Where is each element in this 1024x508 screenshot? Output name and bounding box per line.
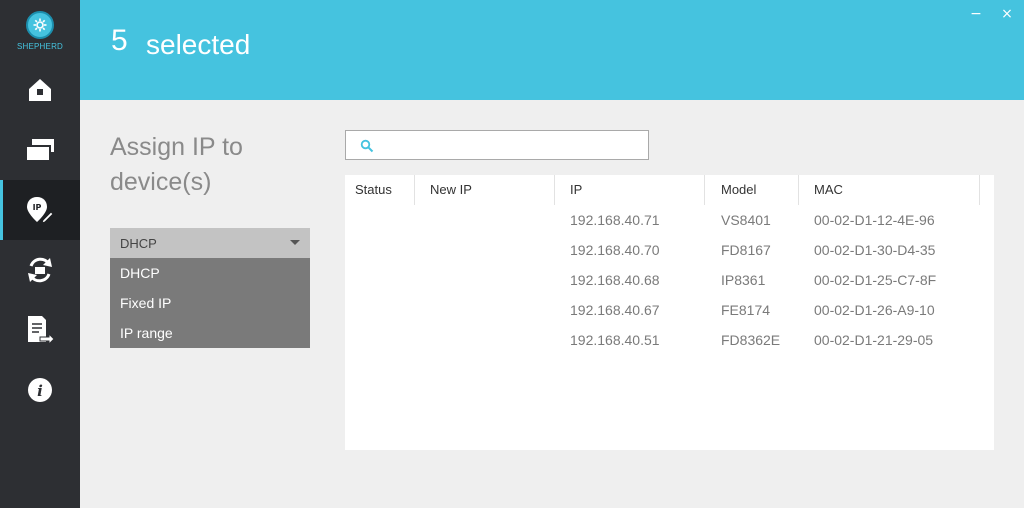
column-header-ip[interactable]: IP <box>570 175 582 205</box>
table-row[interactable]: 192.168.40.67 FE8174 00-02-D1-26-A9-10 <box>345 295 994 325</box>
selected-label: selected <box>146 29 251 60</box>
cell-ip: 192.168.40.67 <box>570 302 660 318</box>
search-icon <box>360 139 374 153</box>
cell-model: IP8361 <box>721 272 766 288</box>
panel-title: Assign IP to device(s) <box>110 133 243 196</box>
column-divider[interactable] <box>798 175 799 205</box>
dropdown-menu: DHCP Fixed IP IP range <box>110 258 310 348</box>
table-row[interactable]: 192.168.40.71 VS8401 00-02-D1-12-4E-96 <box>345 205 994 235</box>
sidebar-item-info[interactable]: i <box>0 360 80 420</box>
cell-mac: 00-02-D1-26-A9-10 <box>814 302 935 318</box>
menu-item-fixed-ip[interactable]: Fixed IP <box>110 288 310 318</box>
sidebar: SHEPHERD IP i <box>0 0 80 508</box>
sidebar-item-home[interactable] <box>0 60 80 120</box>
table-row[interactable]: 192.168.40.51 FD8362E 00-02-D1-21-29-05 <box>345 325 994 355</box>
sidebar-item-refresh[interactable] <box>0 240 80 300</box>
info-icon: i <box>28 378 52 402</box>
column-header-mac[interactable]: MAC <box>814 175 843 205</box>
svg-text:IP: IP <box>33 203 42 212</box>
assign-ip-icon: IP <box>27 197 54 224</box>
close-button[interactable]: × <box>999 6 1015 22</box>
sidebar-item-devices[interactable] <box>0 120 80 180</box>
column-divider[interactable] <box>554 175 555 205</box>
cell-model: FD8362E <box>721 332 781 348</box>
shepherd-logo-icon <box>26 11 54 39</box>
devices-icon <box>25 139 54 162</box>
cell-ip: 192.168.40.68 <box>570 272 660 288</box>
header: 5 selected − × <box>80 0 1024 100</box>
menu-item-ip-range[interactable]: IP range <box>110 318 310 348</box>
ip-mode-dropdown[interactable]: DHCP <box>110 228 310 258</box>
sidebar-item-assign-ip[interactable]: IP <box>0 180 80 240</box>
cell-ip: 192.168.40.51 <box>570 332 660 348</box>
cell-ip: 192.168.40.71 <box>570 212 660 228</box>
cell-mac: 00-02-D1-21-29-05 <box>814 332 934 348</box>
svg-text:i: i <box>37 382 43 400</box>
app-logo: SHEPHERD <box>0 0 80 60</box>
cell-mac: 00-02-D1-25-C7-8F <box>814 272 937 288</box>
cell-model: VS8401 <box>721 212 771 228</box>
app-name: SHEPHERD <box>16 42 64 51</box>
table-row[interactable]: 192.168.40.68 IP8361 00-02-D1-25-C7-8F <box>345 265 994 295</box>
cell-mac: 00-02-D1-12-4E-96 <box>814 212 935 228</box>
cell-model: FD8167 <box>721 242 771 258</box>
minimize-button[interactable]: − <box>968 6 984 22</box>
column-divider[interactable] <box>704 175 705 205</box>
home-icon <box>29 79 51 101</box>
sidebar-item-export[interactable] <box>0 300 80 360</box>
device-table: Status New IP IP Model MAC 192.168.40.71… <box>345 175 994 450</box>
search-input[interactable] <box>380 135 640 155</box>
menu-item-dhcp[interactable]: DHCP <box>110 258 310 288</box>
column-divider[interactable] <box>414 175 415 205</box>
export-icon <box>28 316 55 345</box>
search-box[interactable] <box>345 130 649 160</box>
column-header-status[interactable]: Status <box>355 175 392 205</box>
column-header-new-ip[interactable]: New IP <box>430 175 472 205</box>
column-divider[interactable] <box>979 175 980 205</box>
cell-model: FE8174 <box>721 302 771 318</box>
dropdown-selected-value: DHCP <box>120 236 157 251</box>
caret-down-icon <box>290 240 300 245</box>
cell-ip: 192.168.40.70 <box>570 242 660 258</box>
refresh-icon <box>28 257 52 283</box>
cell-mac: 00-02-D1-30-D4-35 <box>814 242 936 258</box>
table-row[interactable]: 192.168.40.70 FD8167 00-02-D1-30-D4-35 <box>345 235 994 265</box>
selected-count: 5 <box>111 24 128 57</box>
column-header-model[interactable]: Model <box>721 175 756 205</box>
